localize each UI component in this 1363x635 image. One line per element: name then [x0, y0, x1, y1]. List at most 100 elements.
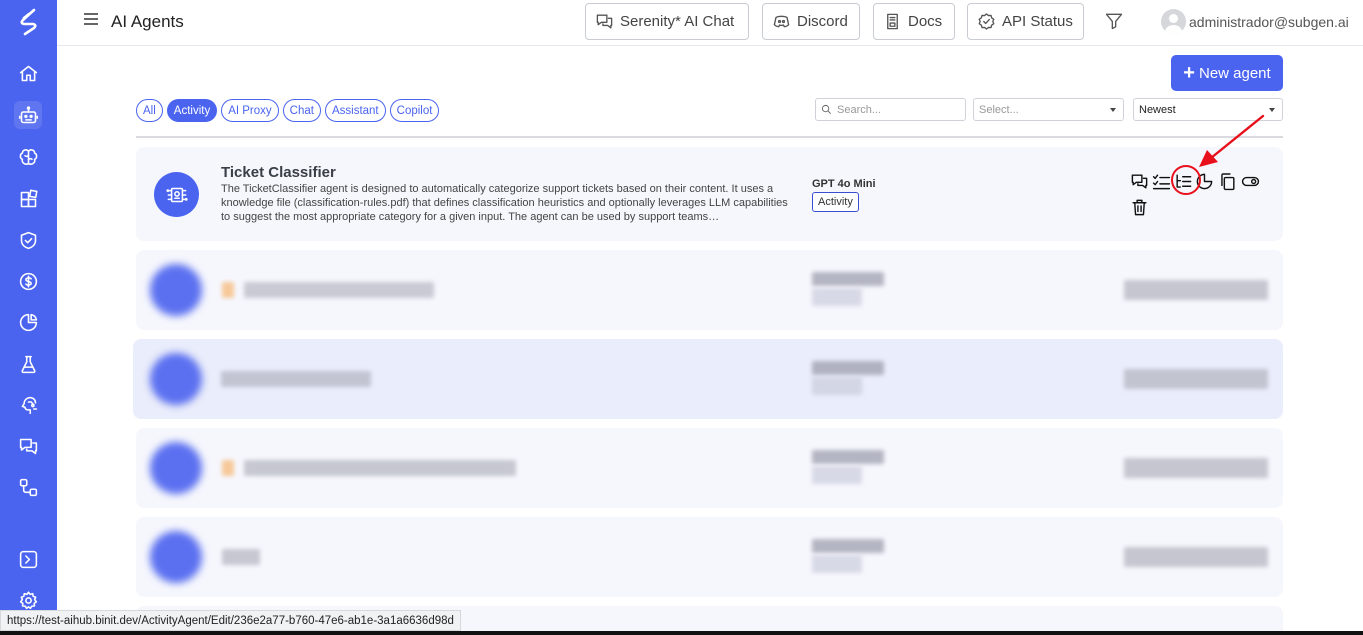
sidebar-item-conversations[interactable]: [14, 432, 42, 460]
discord-button[interactable]: Discord: [762, 3, 860, 40]
sidebar-item-models[interactable]: [14, 143, 42, 171]
agent-card-redacted[interactable]: [133, 339, 1283, 419]
redacted-block: [812, 361, 884, 375]
head-circuit-icon: [21, 396, 37, 414]
docs-icon: [887, 13, 898, 30]
sidebar-item-analytics[interactable]: [14, 308, 42, 336]
toggle-icon: [1241, 176, 1260, 187]
toggle-action[interactable]: [1241, 172, 1260, 191]
search-input[interactable]: Search...: [815, 98, 966, 121]
redacted-block: [222, 282, 234, 298]
docs-button[interactable]: Docs: [873, 3, 955, 40]
filter-pill-chat[interactable]: Chat: [282, 99, 321, 122]
redacted-block: [244, 282, 434, 298]
redacted-block: [812, 450, 884, 464]
redacted-block: [1124, 280, 1268, 300]
redacted-block: [812, 539, 884, 553]
api-status-label: API Status: [1002, 13, 1073, 30]
badge-check-icon: [978, 13, 995, 30]
redacted-block: [812, 466, 862, 484]
messages-icon: [19, 438, 37, 454]
redacted-block: [222, 549, 260, 565]
redacted-block: [812, 272, 884, 286]
brain-icon: [19, 148, 37, 165]
blocks-icon: [20, 189, 38, 207]
user-email: administrador@subgen.ai: [1189, 13, 1349, 30]
agent-avatar-icon: [150, 442, 202, 494]
redacted-block: [812, 555, 862, 573]
checklist-action[interactable]: [1152, 172, 1171, 191]
chevron-down-icon: [1269, 108, 1275, 112]
sidebar-item-workflows[interactable]: [14, 473, 42, 501]
trash-icon: [1132, 199, 1147, 216]
dollar-icon: [19, 272, 37, 290]
agent-avatar-icon: [150, 531, 202, 583]
redacted-block: [1124, 458, 1268, 478]
sidebar-item-billing[interactable]: [14, 267, 42, 295]
chat-icon: [1131, 174, 1148, 189]
sidebar-item-console[interactable]: [14, 545, 42, 573]
sidebar-item-ai-head[interactable]: [14, 391, 42, 419]
agent-card-redacted[interactable]: [136, 250, 1283, 330]
chat-action[interactable]: [1130, 172, 1149, 191]
sidebar: [0, 0, 57, 635]
agent-card-redacted[interactable]: [136, 517, 1283, 597]
sidebar-item-home[interactable]: [14, 59, 42, 87]
filter-pill-copilot[interactable]: Copilot: [389, 99, 440, 122]
user-menu[interactable]: administrador@subgen.ai: [1161, 9, 1349, 34]
pie-chart-icon: [19, 313, 37, 331]
avatar: [1161, 9, 1186, 34]
filter-pill-activity[interactable]: Activity: [166, 99, 218, 122]
redacted-block: [1124, 547, 1268, 567]
chevron-down-icon: [1110, 108, 1116, 112]
menu-icon[interactable]: [84, 13, 98, 27]
search-icon: [821, 104, 831, 114]
redacted-block: [244, 460, 516, 476]
sort-select-value: Newest: [1139, 103, 1176, 116]
redacted-block: [812, 288, 862, 306]
category-select[interactable]: Select...: [973, 98, 1124, 121]
agent-description: The TicketClassifier agent is designed t…: [221, 183, 788, 223]
discord-label: Discord: [797, 13, 848, 30]
copy-icon: [1221, 173, 1235, 191]
api-status-button[interactable]: API Status: [967, 3, 1084, 40]
sidebar-item-integrations[interactable]: [14, 185, 42, 213]
workflow-icon: [19, 478, 37, 496]
new-agent-label: New agent: [1198, 64, 1271, 82]
divider: [136, 136, 1283, 138]
redacted-block: [812, 377, 862, 395]
logo-icon[interactable]: [16, 6, 42, 36]
terminal-icon: [19, 550, 37, 568]
discord-icon: [773, 15, 790, 28]
home-icon: [19, 65, 37, 81]
new-agent-button[interactable]: + New agent: [1171, 55, 1283, 91]
redacted-block: [1124, 369, 1268, 389]
agent-avatar-icon: [150, 264, 202, 316]
agent-avatar-icon: [154, 172, 199, 217]
search-placeholder: Search...: [837, 103, 882, 116]
sidebar-item-agents[interactable]: [14, 101, 42, 129]
category-select-value: Select...: [979, 103, 1019, 116]
delete-action[interactable]: [1130, 198, 1149, 217]
duplicate-action[interactable]: [1218, 172, 1237, 191]
serenity-chat-label: Serenity* AI Chat: [620, 13, 735, 30]
agent-type-badge: Activity: [812, 192, 859, 212]
agent-card-redacted[interactable]: [136, 428, 1283, 508]
filter-pill-assistant[interactable]: Assistant: [324, 99, 386, 122]
sidebar-item-security[interactable]: [14, 226, 42, 254]
agent-card[interactable]: Ticket Classifier The TicketClassifier a…: [136, 147, 1283, 241]
filter-pill-all[interactable]: All: [136, 99, 163, 122]
docs-label: Docs: [908, 13, 943, 30]
status-bar-url: https://test-aihub.binit.dev/ActivityAge…: [0, 610, 461, 631]
sidebar-item-lab[interactable]: [14, 350, 42, 378]
settings-icon: [19, 590, 37, 609]
serenity-chat-button[interactable]: Serenity* AI Chat: [585, 3, 749, 40]
filter-pill-ai-proxy[interactable]: AI Proxy: [221, 99, 279, 122]
checklist-icon: [1152, 174, 1171, 190]
type-filter-pills: All Activity AI Proxy Chat Assistant Cop…: [136, 99, 440, 122]
robot-icon: [18, 105, 38, 123]
filter-icon[interactable]: [1104, 11, 1124, 31]
agent-name[interactable]: Ticket Classifier: [221, 164, 336, 181]
redacted-block: [221, 371, 371, 387]
redacted-block: [222, 460, 234, 476]
